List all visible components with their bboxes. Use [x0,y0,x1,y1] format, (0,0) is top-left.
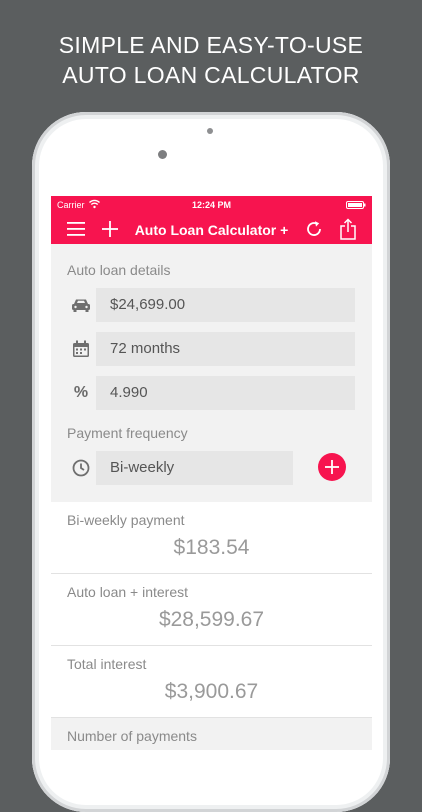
add-icon[interactable] [100,219,120,239]
battery-icon [346,201,366,209]
result-periodic-payment: Bi-weekly payment $183.54 [51,502,372,574]
status-bar: Carrier 12:24 PM [51,196,372,214]
status-time: 12:24 PM [191,200,232,210]
loan-term-input[interactable]: 72 months [96,332,355,366]
calendar-icon [70,338,92,360]
add-frequency-button[interactable] [318,453,346,481]
percent-symbol: % [73,384,89,401]
nav-bar: Auto Loan Calculator + [51,214,372,244]
result-value: $183.54 [173,536,250,559]
result-total-interest: Total interest $3,900.67 [51,646,372,718]
share-icon[interactable] [338,216,358,242]
percent-icon: % [70,382,92,404]
result-value: $3,900.67 [164,680,259,703]
result-label: Total interest [67,656,147,672]
promo-line-2: AUTO LOAN CALCULATOR [62,62,360,88]
interest-rate-input[interactable]: 4.990 [96,376,355,410]
loan-amount-input[interactable]: $24,699.00 [96,288,355,322]
car-icon [70,294,92,316]
plus-icon [325,460,339,474]
app-screen: Carrier 12:24 PM Auto Loan Calculator + … [51,196,372,750]
loan-details-label: Auto loan details [67,262,171,278]
result-label: Bi-weekly payment [67,512,185,528]
phone-speaker [207,128,213,134]
result-label: Number of payments [67,728,197,744]
result-value: $28,599.67 [158,608,265,631]
nav-title: Auto Loan Calculator + [134,222,289,238]
phone-camera [158,150,167,159]
payment-frequency-label: Payment frequency [67,425,188,441]
promo-line-1: SIMPLE AND EASY-TO-USE [58,32,364,58]
result-number-of-payments: Number of payments [51,718,372,750]
refresh-icon[interactable] [304,219,324,239]
promo-headline: SIMPLE AND EASY-TO-USE AUTO LOAN CALCULA… [0,30,422,90]
clock-icon [70,457,92,479]
menu-icon[interactable] [66,220,86,238]
result-label: Auto loan + interest [67,584,189,600]
payment-frequency-select[interactable]: Bi-weekly [96,451,293,485]
result-loan-plus-interest: Auto loan + interest $28,599.67 [51,574,372,646]
